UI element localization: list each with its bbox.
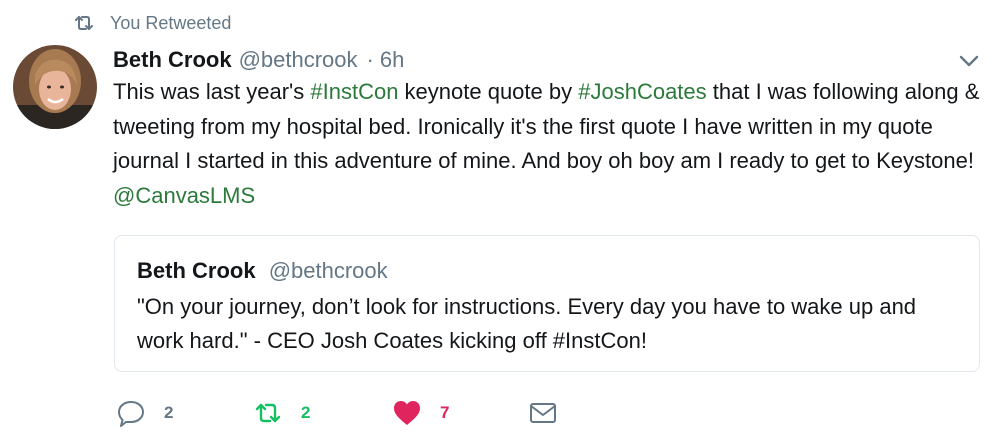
retweet-count: 2 — [301, 403, 311, 422]
quoted-tweet-header: Beth Crook @bethcrook — [137, 258, 388, 284]
like-button[interactable]: 7 — [392, 396, 449, 430]
hashtag-link[interactable]: #JoshCoates — [578, 79, 706, 104]
quoted-author-name: Beth Crook — [137, 258, 256, 283]
author-name[interactable]: Beth Crook — [113, 47, 232, 73]
envelope-icon — [530, 403, 556, 423]
tweet-text-part: keynote quote by — [398, 79, 579, 104]
retweet-context: You Retweeted — [72, 10, 231, 36]
retweet-context-label: You Retweeted — [110, 12, 232, 33]
reply-icon — [118, 401, 144, 427]
author-handle[interactable]: @bethcrook — [239, 47, 358, 73]
tweet-timestamp[interactable]: 6h — [380, 47, 404, 73]
separator-dot: · — [366, 47, 374, 72]
tweet-text: This was last year's #InstCon keynote qu… — [113, 75, 983, 213]
tweet-actions: 2 2 7 — [116, 396, 576, 430]
quoted-tweet[interactable]: Beth Crook @bethcrook "On your journey, … — [114, 235, 980, 372]
retweet-icon — [75, 16, 93, 30]
hashtag-link[interactable]: #InstCon — [310, 79, 398, 104]
chevron-down-icon[interactable] — [956, 48, 982, 74]
tweet-header: Beth Crook @bethcrook · 6h — [113, 44, 404, 76]
retweet-button[interactable]: 2 — [253, 396, 310, 430]
quoted-author-handle: @bethcrook — [268, 258, 388, 283]
mention-link[interactable]: @CanvasLMS — [113, 183, 255, 208]
heart-icon — [394, 401, 420, 425]
avatar[interactable] — [13, 45, 97, 129]
tweet-text-part: This was last year's — [113, 79, 311, 104]
direct-message-button[interactable] — [528, 396, 558, 430]
reply-button[interactable]: 2 — [116, 396, 173, 430]
like-count: 7 — [440, 403, 450, 422]
reply-count: 2 — [164, 403, 174, 422]
retweet-icon — [255, 403, 281, 423]
quoted-tweet-text: "On your journey, don’t look for instruc… — [137, 294, 917, 353]
